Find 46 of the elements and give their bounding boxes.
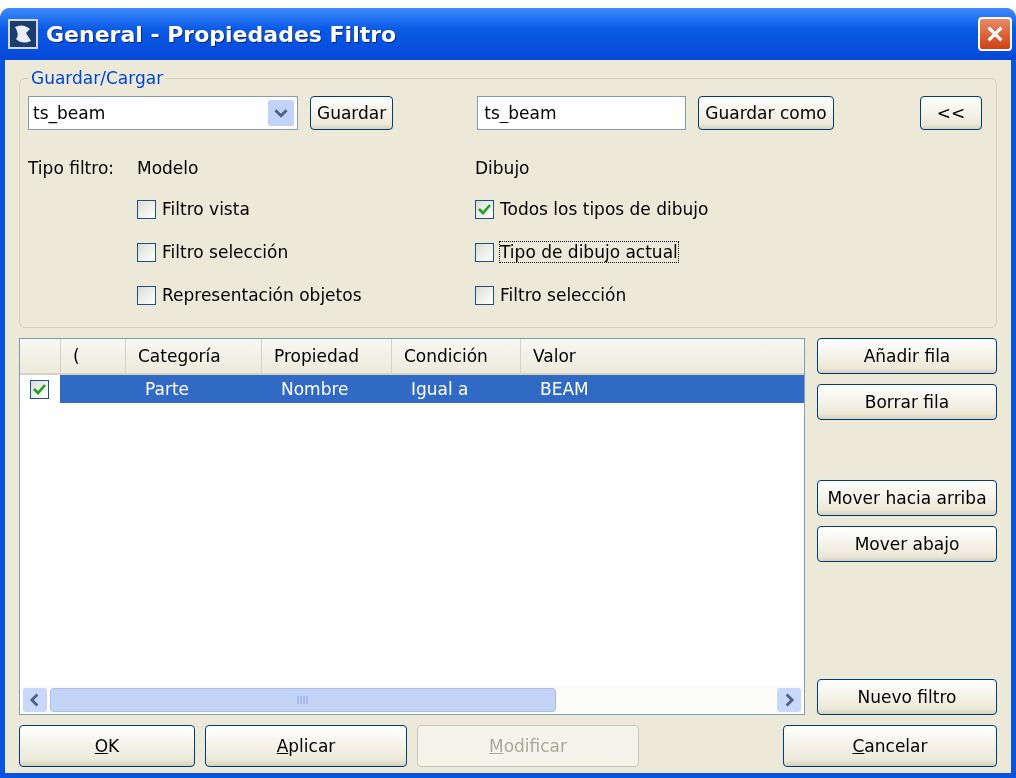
side-button[interactable]: Borrar fila	[817, 384, 997, 420]
checkbox[interactable]	[137, 199, 156, 219]
dialog-button[interactable]: Cancelar	[783, 725, 997, 767]
column-heading: Modelo	[137, 158, 200, 178]
side-button[interactable]: Mover hacia arriba	[817, 480, 997, 516]
checkbox-label[interactable]: Representación objetos	[162, 285, 362, 305]
side-button[interactable]: Mover abajo	[817, 526, 997, 562]
window-title: General - Propiedades Filtro	[46, 21, 398, 47]
column-heading: Dibujo	[475, 158, 531, 178]
table-cell-text: Parte	[144, 378, 191, 401]
checkbox[interactable]	[475, 285, 494, 305]
save-as-button[interactable]: Guardar como	[698, 96, 834, 130]
field-label: Tipo filtro:	[28, 158, 116, 178]
checkbox[interactable]	[30, 379, 49, 399]
checkbox-label[interactable]: Filtro selección	[162, 242, 289, 262]
checkbox-label[interactable]: Todos los tipos de dibujo	[500, 199, 709, 219]
checkbox-label[interactable]: Tipo de dibujo actual	[500, 242, 678, 262]
column-header[interactable]: Categoría	[125, 339, 261, 373]
dropdown-value: ts_beam	[33, 103, 106, 123]
checkbox[interactable]	[137, 285, 156, 305]
side-button[interactable]: Añadir fila	[817, 338, 997, 374]
checkbox-label[interactable]: Filtro selección	[500, 285, 627, 305]
group-label: Guardar/Cargar	[30, 68, 165, 88]
checkbox[interactable]	[475, 242, 494, 262]
column-header[interactable]: Propiedad	[261, 339, 391, 373]
table-cell-text: Igual a	[410, 378, 470, 401]
scrollbar-thumb[interactable]	[50, 688, 556, 712]
table-cell-text: Nombre	[280, 378, 350, 401]
scroll-right-button[interactable]	[776, 688, 802, 712]
collapse-button[interactable]: <<	[920, 96, 982, 130]
column-header[interactable]: (	[60, 339, 125, 373]
checkbox-label[interactable]: Filtro vista	[162, 199, 250, 219]
checkbox[interactable]	[137, 242, 156, 262]
table-row[interactable]: Parte Nombre Igual a BEAM	[28, 375, 804, 403]
checkbox[interactable]	[475, 199, 494, 219]
dialog-button[interactable]: OK	[19, 725, 195, 767]
column-header[interactable]: Condición	[391, 339, 520, 373]
name-field[interactable]: ts_beam	[477, 96, 687, 130]
table-cell-text: BEAM	[539, 378, 590, 401]
filter-dropdown[interactable]: ts_beam	[28, 96, 298, 130]
column-header[interactable]: Valor	[520, 339, 804, 373]
scroll-left-button[interactable]	[22, 688, 48, 712]
dialog-button[interactable]: Aplicar	[205, 725, 407, 767]
app-icon	[8, 19, 38, 49]
save-button[interactable]: Guardar	[310, 96, 394, 130]
side-button[interactable]: Nuevo filtro	[817, 679, 997, 715]
